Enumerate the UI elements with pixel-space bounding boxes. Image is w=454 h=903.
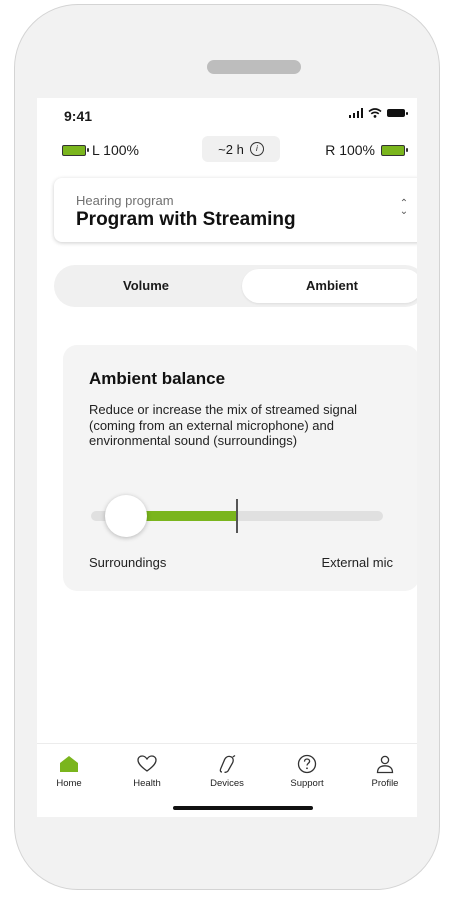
- chevron-up-down-icon: ⌃ ⌄: [399, 198, 409, 217]
- home-icon: [60, 756, 78, 772]
- hearing-program-value: Program with Streaming: [76, 209, 296, 230]
- nav-devices[interactable]: Devices: [197, 754, 257, 789]
- battery-duration-badge[interactable]: ~2 h i: [202, 136, 280, 162]
- right-battery: R 100%: [325, 142, 408, 158]
- status-icons: [348, 108, 408, 118]
- phone-speaker: [207, 60, 301, 74]
- system-battery-icon: [387, 109, 408, 117]
- nav-profile[interactable]: Profile: [355, 754, 415, 789]
- app-screen: 9:41 L 100% ~2 h i R 100% Hearing progra…: [37, 98, 417, 817]
- slider-min-label: Surroundings: [89, 555, 167, 570]
- ambient-balance-slider[interactable]: [91, 495, 383, 537]
- nav-health[interactable]: Health: [117, 754, 177, 789]
- left-battery-label: L 100%: [92, 142, 139, 158]
- question-icon: [297, 754, 317, 774]
- slider-max-label: External mic: [321, 555, 393, 570]
- ambient-balance-card: Ambient balance Reduce or increase the m…: [63, 345, 417, 591]
- slider-thumb[interactable]: [105, 495, 148, 537]
- wifi-icon: [368, 108, 382, 118]
- left-battery: L 100%: [62, 142, 139, 158]
- nav-support-label: Support: [290, 778, 324, 789]
- hearing-program-selector[interactable]: Hearing program Program with Streaming ⌃…: [54, 178, 417, 242]
- tab-ambient[interactable]: Ambient: [242, 269, 417, 303]
- mode-tabs: Volume Ambient: [54, 265, 417, 307]
- ambient-balance-title: Ambient balance: [89, 369, 226, 388]
- home-indicator: [173, 806, 313, 810]
- tab-volume[interactable]: Volume: [58, 269, 234, 303]
- person-icon: [376, 755, 394, 774]
- nav-home[interactable]: Home: [39, 754, 99, 789]
- right-battery-icon: [381, 144, 408, 156]
- signal-icon: [348, 108, 363, 118]
- hearing-aid-icon: [219, 754, 236, 773]
- heart-icon: [137, 755, 157, 772]
- right-battery-label: R 100%: [325, 142, 375, 158]
- nav-support[interactable]: Support: [277, 754, 337, 789]
- slider-center-mark: [236, 499, 238, 533]
- nav-devices-label: Devices: [210, 778, 244, 789]
- battery-duration-text: ~2 h: [218, 141, 244, 157]
- nav-profile-label: Profile: [371, 778, 399, 789]
- info-icon: i: [249, 142, 264, 156]
- hearing-program-label: Hearing program: [76, 193, 174, 208]
- nav-home-label: Home: [56, 778, 82, 789]
- nav-health-label: Health: [133, 778, 161, 789]
- ambient-balance-description: Reduce or increase the mix of streamed s…: [89, 402, 358, 448]
- status-time: 9:41: [64, 108, 93, 124]
- bottom-navigation: Home Health Devices Support Profile: [37, 743, 417, 817]
- left-battery-icon: [62, 144, 89, 156]
